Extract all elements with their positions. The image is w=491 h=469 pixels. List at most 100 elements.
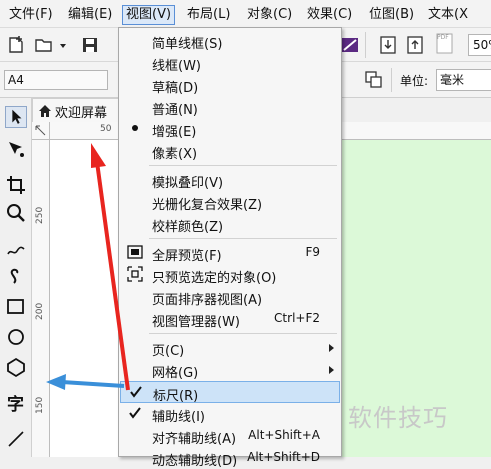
menu-item-label: 简单线框(S) — [152, 37, 223, 52]
page-size-field[interactable]: A4 — [4, 70, 108, 90]
menu-item-shortcut: F9 — [305, 245, 320, 259]
menu-effects[interactable]: 效果(C) — [304, 5, 355, 25]
tab-welcome-screen[interactable]: 欢迎屏幕 — [32, 98, 120, 122]
menu-layout[interactable]: 布局(L) — [184, 5, 233, 25]
menu-text[interactable]: 文本(X — [425, 5, 471, 25]
freehand-tool-icon[interactable] — [5, 238, 27, 260]
view-menu-item[interactable]: 校样颜色(Z) — [120, 213, 340, 235]
polygon-tool-icon[interactable] — [5, 356, 27, 378]
vertical-ruler[interactable]: 250 200 150 — [32, 140, 50, 457]
view-menu-item[interactable]: 全屏预览(F) F9 — [120, 242, 340, 264]
menu-object[interactable]: 对象(C) — [244, 5, 295, 25]
menu-item-label: 全屏预览(F) — [152, 249, 222, 264]
watermark-text: 软件技巧 — [348, 404, 448, 432]
view-menu-item[interactable]: 页(C) — [120, 337, 340, 359]
view-menu-item[interactable]: 线框(W) — [120, 52, 340, 74]
import-icon[interactable] — [378, 35, 398, 55]
view-menu-item[interactable]: 草稿(D) — [120, 74, 340, 96]
menu-item-label: 模拟叠印(V) — [152, 176, 224, 191]
view-menu-item[interactable]: 标尺(R) — [120, 381, 340, 404]
color-mode-icon[interactable] — [340, 35, 360, 55]
menu-item-shortcut: Alt+Shift+A — [248, 428, 320, 442]
view-menu-item[interactable]: 对齐辅助线(A) Alt+Shift+A — [120, 425, 340, 447]
view-menu-item[interactable]: 网格(G) — [120, 359, 340, 381]
units-label: 单位: — [400, 74, 429, 88]
ruler-origin-icon — [35, 125, 46, 136]
view-menu-item[interactable]: 简单线框(S) — [120, 30, 340, 52]
toolbar-separator — [391, 68, 392, 92]
rectangle-tool-icon[interactable] — [5, 296, 27, 318]
text-tool-icon[interactable]: 字 — [5, 392, 27, 414]
menu-edit[interactable]: 编辑(E) — [65, 5, 115, 25]
view-menu-item[interactable]: 模拟叠印(V) — [120, 169, 340, 191]
submenu-arrow-icon — [329, 366, 334, 374]
view-menu-dropdown: 简单线框(S) 线框(W) 草稿(D) 普通(N) 增强(E) 像素(X) 模拟叠印(V) 光… — [118, 27, 342, 469]
menu-item-label: 校样颜色(Z) — [152, 220, 224, 235]
zoom-tool-icon[interactable] — [5, 202, 27, 224]
view-menu-item[interactable]: 像素(X) — [120, 140, 340, 162]
menu-item-label: 像素(X) — [152, 147, 198, 162]
ruler-tick-label: 150 — [35, 396, 45, 414]
view-menu-item[interactable]: 页面排序器视图(A) — [120, 286, 340, 308]
view-menu-item[interactable]: 视图管理器(W) Ctrl+F2 — [120, 308, 340, 330]
tab-label: 欢迎屏幕 — [55, 106, 108, 121]
menu-file[interactable]: 文件(F) — [6, 5, 56, 25]
menu-separator — [149, 238, 337, 239]
crop-tool-icon[interactable] — [5, 174, 27, 196]
menu-item-label: 页面排序器视图(A) — [152, 293, 263, 308]
publish-pdf-button[interactable]: PDF — [433, 32, 457, 56]
view-menu-item[interactable]: 动态辅助线(D) Alt+Shift+D — [120, 447, 340, 469]
export-icon[interactable] — [405, 35, 425, 55]
menu-item-label: 光栅化复合效果(Z) — [152, 198, 263, 213]
view-menu-item[interactable]: 光栅化复合效果(Z) — [120, 191, 340, 213]
menu-item-label: 增强(E) — [152, 125, 197, 140]
pick-tool-icon[interactable] — [5, 106, 27, 128]
toolbar-separator — [365, 32, 366, 58]
artistic-media-tool-icon[interactable] — [5, 266, 27, 288]
checkmark-icon — [128, 384, 144, 400]
pdf-label: PDF — [437, 34, 449, 41]
chevron-down-icon[interactable] — [58, 35, 68, 55]
menu-item-label: 辅助线(I) — [152, 410, 205, 425]
selection-preview-icon — [127, 266, 143, 282]
ruler-tick-label: 50 — [100, 124, 112, 134]
view-menu-item[interactable]: 辅助线(I) — [120, 403, 340, 425]
menu-item-shortcut: Alt+Shift+D — [247, 450, 320, 464]
dimension-tool-icon[interactable] — [5, 428, 27, 450]
menu-item-label: 视图管理器(W) — [152, 315, 240, 330]
radio-dot-icon — [127, 120, 143, 136]
menu-bar: 文件(F) 编辑(E) 视图(V) 布局(L) 对象(C) 效果(C) 位图(B… — [0, 0, 491, 28]
menu-item-label: 草稿(D) — [152, 81, 199, 96]
menu-item-label: 对齐辅助线(A) — [152, 432, 237, 447]
home-icon — [39, 105, 51, 117]
save-icon[interactable] — [80, 35, 100, 55]
menu-item-label: 动态辅助线(D) — [152, 454, 238, 469]
ruler-tick-label: 200 — [35, 302, 45, 320]
menu-item-label: 标尺(R) — [153, 389, 199, 404]
ellipse-tool-icon[interactable] — [5, 326, 27, 348]
submenu-arrow-icon — [329, 344, 334, 352]
view-menu-item[interactable]: 普通(N) — [120, 96, 340, 118]
page-layout-icon[interactable] — [364, 70, 384, 90]
menu-item-label: 网格(G) — [152, 366, 199, 381]
menu-separator — [149, 333, 337, 334]
menu-item-label: 只预览选定的对象(O) — [152, 271, 277, 286]
menu-bitmap[interactable]: 位图(B) — [366, 5, 417, 25]
units-dropdown[interactable]: 毫米 — [436, 69, 491, 91]
menu-item-label: 普通(N) — [152, 103, 198, 118]
menu-item-label: 页(C) — [152, 344, 185, 359]
view-menu-item[interactable]: 只预览选定的对象(O) — [120, 264, 340, 286]
menu-item-label: 线框(W) — [152, 59, 201, 74]
new-document-icon[interactable] — [6, 35, 26, 55]
svg-text:字: 字 — [7, 394, 24, 414]
ruler-tick-label: 250 — [35, 206, 45, 224]
menu-separator — [149, 165, 337, 166]
shape-tool-icon[interactable] — [5, 138, 27, 160]
fullscreen-icon — [127, 244, 143, 260]
checkmark-icon — [127, 405, 143, 421]
menu-view[interactable]: 视图(V) — [122, 5, 176, 25]
view-menu-item[interactable]: 增强(E) — [120, 118, 340, 140]
ruler-origin[interactable] — [32, 122, 50, 140]
open-folder-icon[interactable] — [34, 35, 54, 55]
zoom-level-field[interactable]: 50% — [468, 34, 491, 56]
